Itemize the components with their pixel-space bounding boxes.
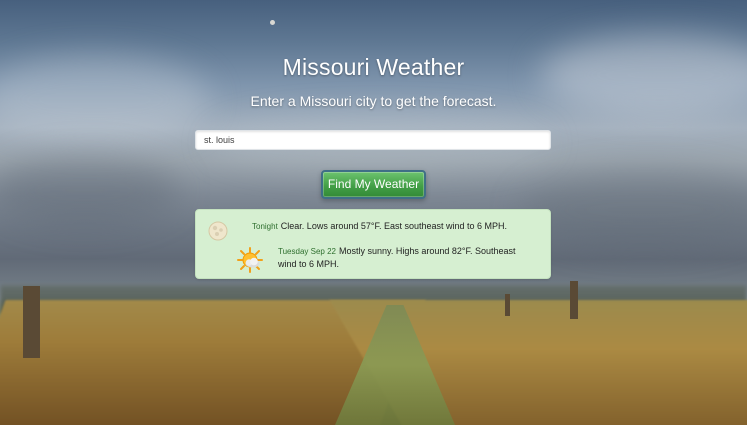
forecast-text: Tonight Clear. Lows around 57°F. East sou… bbox=[252, 220, 542, 233]
forecast-panel: Tonight Clear. Lows around 57°F. East sou… bbox=[195, 209, 551, 279]
weather-page: Missouri Weather Enter a Missouri city t… bbox=[0, 0, 747, 425]
page-subtitle: Enter a Missouri city to get the forecas… bbox=[250, 93, 497, 109]
city-search-input[interactable] bbox=[195, 130, 551, 150]
main-content: Missouri Weather Enter a Missouri city t… bbox=[0, 0, 747, 425]
forecast-description: Clear. Lows around 57°F. East southeast … bbox=[280, 221, 508, 231]
forecast-period: Tonight bbox=[252, 222, 278, 231]
moon-icon bbox=[208, 221, 228, 241]
sun-cloud-icon bbox=[237, 247, 263, 273]
forecast-period: Tuesday Sep 22 bbox=[278, 247, 336, 256]
find-my-weather-button[interactable]: Find My Weather bbox=[321, 170, 426, 199]
page-title: Missouri Weather bbox=[282, 54, 465, 80]
forecast-text: Tuesday Sep 22 Mostly sunny. Highs around… bbox=[278, 245, 536, 271]
